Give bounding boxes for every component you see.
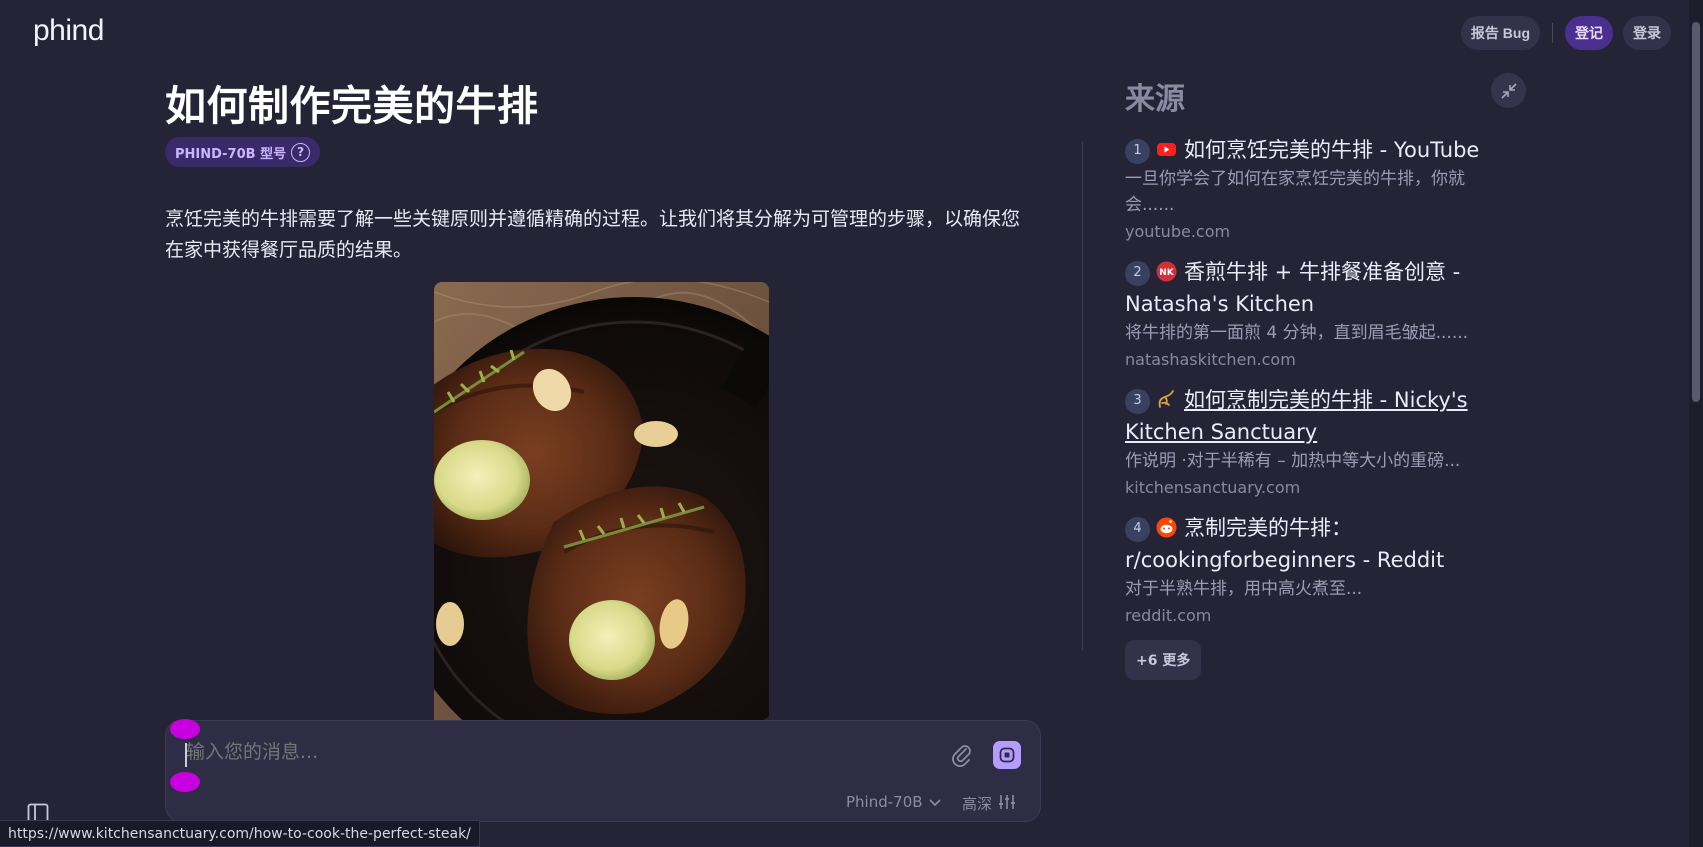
source-title-text[interactable]: 如何烹饪完美的牛排 - YouTube bbox=[1184, 138, 1479, 162]
source-item[interactable]: 2 NK 香煎牛排 + 牛排餐准备创意 - Natasha's Kitchen 将牛… bbox=[1125, 256, 1505, 374]
selection-handle-top[interactable] bbox=[170, 719, 200, 739]
header-actions: 报告 Bug 登记 登录 bbox=[1460, 16, 1671, 50]
natasha-icon: NK bbox=[1156, 259, 1177, 282]
depth-label: 高深 bbox=[962, 795, 993, 813]
source-item[interactable]: 4 烹制完美的牛排：r/cookingforbeginners - Reddit … bbox=[1125, 512, 1505, 630]
column-divider bbox=[1082, 142, 1083, 650]
scrollbar-thumb[interactable] bbox=[1692, 22, 1700, 402]
header-divider bbox=[1552, 23, 1553, 43]
chevron-down-icon bbox=[928, 793, 941, 811]
svg-text:NK: NK bbox=[1159, 268, 1175, 278]
status-url: https://www.kitchensanctuary.com/how-to-… bbox=[0, 820, 480, 847]
source-number: 1 bbox=[1125, 138, 1150, 164]
source-item[interactable]: 1 如何烹饪完美的牛排 - YouTube 一旦你学会了如何在家烹饪完美的牛排，你… bbox=[1125, 134, 1505, 246]
message-input[interactable] bbox=[186, 741, 886, 763]
kitchensanctuary-icon bbox=[1156, 387, 1177, 408]
source-domain: reddit.com bbox=[1125, 606, 1212, 625]
source-number: 4 bbox=[1125, 516, 1150, 542]
source-snippet: 一旦你学会了如何在家烹饪完美的牛排，你就会...... bbox=[1125, 169, 1465, 215]
source-snippet: 作说明 ·对于半稀有 – 加热中等大小的重磅... bbox=[1125, 451, 1461, 471]
source-domain: kitchensanctuary.com bbox=[1125, 478, 1301, 497]
source-title: 1 如何烹饪完美的牛排 - YouTube bbox=[1125, 134, 1505, 166]
sources-list: 1 如何烹饪完美的牛排 - YouTube 一旦你学会了如何在家烹饪完美的牛排，你… bbox=[1125, 134, 1505, 680]
model-badge-label: PHIND-70B 型号 bbox=[175, 146, 287, 162]
source-snippet: 将牛排的第一面煎 4 分钟，直到眉毛皱起...... bbox=[1125, 323, 1469, 343]
model-select-label: Phind-70B bbox=[846, 793, 923, 811]
youtube-icon bbox=[1156, 137, 1177, 158]
more-sources-button[interactable]: +6 更多 bbox=[1125, 640, 1202, 680]
message-composer: Phind-70B 高深 bbox=[165, 720, 1041, 822]
source-title: 2 NK 香煎牛排 + 牛排餐准备创意 - Natasha's Kitchen bbox=[1125, 256, 1505, 320]
help-icon[interactable]: ? bbox=[291, 142, 311, 162]
source-number: 3 bbox=[1125, 388, 1150, 414]
reddit-icon bbox=[1156, 515, 1177, 538]
model-select[interactable]: Phind-70B bbox=[846, 793, 941, 811]
attach-icon[interactable] bbox=[951, 743, 973, 767]
phind-logo[interactable]: phind bbox=[33, 14, 104, 48]
login-button[interactable]: 登录 bbox=[1623, 16, 1671, 50]
source-item[interactable]: 3 如何烹制完美的牛排 - Nicky's Kitchen Sanctuary 作… bbox=[1125, 384, 1505, 502]
sliders-icon bbox=[998, 794, 1016, 814]
page-title: 如何制作完美的牛排 bbox=[165, 82, 539, 130]
signup-button[interactable]: 登记 bbox=[1565, 16, 1613, 50]
collapse-icon bbox=[1500, 82, 1517, 99]
source-domain: natashaskitchen.com bbox=[1125, 350, 1296, 369]
answer-intro: 烹饪完美的牛排需要了解一些关键原则并遵循精确的过程。让我们将其分解为可管理的步骤… bbox=[165, 208, 1021, 261]
steak-image[interactable] bbox=[434, 282, 769, 722]
send-button[interactable] bbox=[993, 741, 1021, 769]
source-domain: youtube.com bbox=[1125, 222, 1231, 241]
source-title: 3 如何烹制完美的牛排 - Nicky's Kitchen Sanctuary bbox=[1125, 384, 1505, 448]
source-number: 2 bbox=[1125, 260, 1150, 286]
source-snippet: 对于半熟牛排，用中高火煮至... bbox=[1125, 579, 1363, 599]
report-bug-button[interactable]: 报告 Bug bbox=[1460, 16, 1540, 50]
model-badge[interactable]: PHIND-70B 型号 ? bbox=[165, 137, 321, 167]
send-icon bbox=[999, 747, 1015, 763]
collapse-button[interactable] bbox=[1491, 73, 1526, 108]
page: phind 报告 Bug 登记 登录 如何制作完美的牛排 PHIND-70B 型… bbox=[0, 0, 1703, 847]
depth-select[interactable]: 高深 bbox=[962, 793, 1016, 814]
selection-handle-bottom[interactable] bbox=[170, 772, 200, 792]
source-title: 4 烹制完美的牛排：r/cookingforbeginners - Reddit bbox=[1125, 512, 1505, 576]
text-caret bbox=[185, 743, 187, 767]
scrollbar[interactable] bbox=[1689, 0, 1703, 847]
sources-title: 来源 bbox=[1125, 82, 1185, 117]
